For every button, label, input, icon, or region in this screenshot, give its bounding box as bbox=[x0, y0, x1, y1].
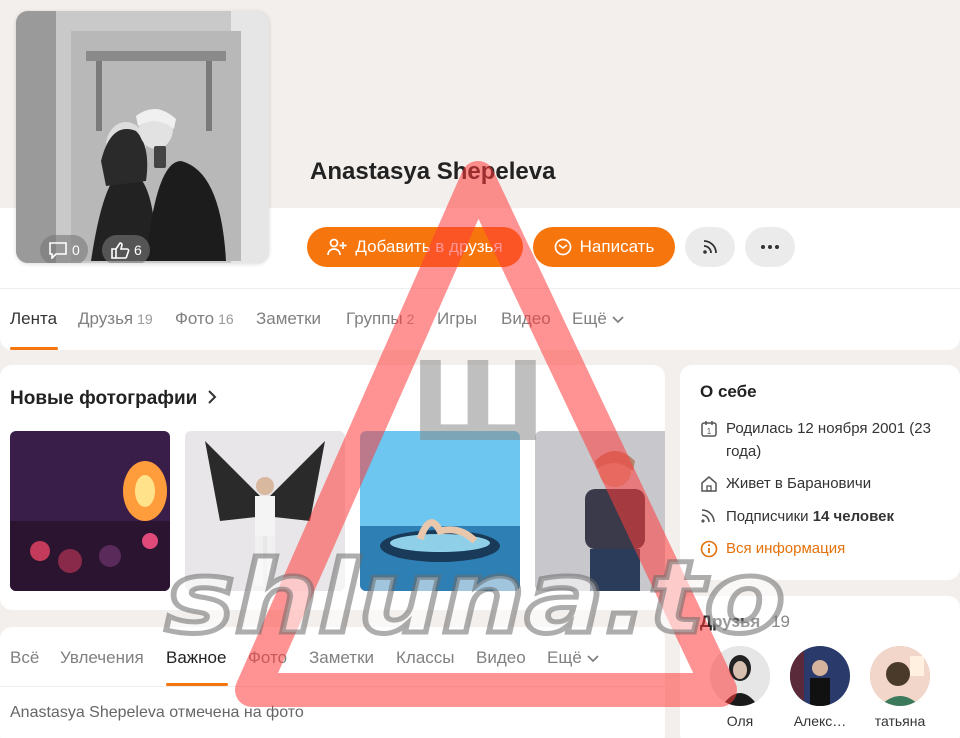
thumbs-up-icon bbox=[111, 242, 130, 259]
chevron-down-icon bbox=[611, 316, 624, 324]
photo-thumb[interactable] bbox=[360, 431, 520, 591]
profile-name: Anastasya Shepeleva bbox=[310, 158, 556, 185]
friends-card: Друзья 19 Оля Алекс… татьяна bbox=[680, 596, 960, 738]
profile-avatar[interactable]: 0 6 bbox=[16, 11, 269, 263]
calendar-icon: 1 bbox=[700, 417, 718, 463]
rss-icon bbox=[703, 240, 717, 254]
friends-count: 19 bbox=[771, 612, 790, 631]
about-followers[interactable]: Подписчики 14 человек bbox=[700, 505, 894, 531]
feed-item-text[interactable]: Anastasya Shepeleva отмечена на фото bbox=[10, 704, 304, 722]
photo-thumb[interactable] bbox=[10, 431, 170, 591]
friend-item[interactable]: татьяна bbox=[860, 646, 940, 729]
message-label: Написать bbox=[579, 237, 655, 256]
about-city: Живет в Барановичи bbox=[700, 472, 871, 500]
avatar bbox=[870, 646, 930, 706]
profile-nav: Лента Друзья 19 Фото 16 Заметки Группы 2 Иг… bbox=[0, 288, 960, 350]
ellipsis-icon bbox=[761, 245, 779, 249]
about-birth: 1 Родилась 12 ноября 2001 (23 года) bbox=[700, 417, 950, 463]
nav-notes[interactable]: Заметки bbox=[256, 309, 321, 329]
all-info-link[interactable]: Вся информация bbox=[700, 537, 845, 565]
new-photos-title[interactable]: Новые фотографии bbox=[10, 388, 217, 410]
friend-item[interactable]: Оля bbox=[700, 646, 780, 729]
nav-friends[interactable]: Друзья 19 bbox=[78, 309, 153, 329]
comment-icon bbox=[49, 242, 67, 259]
nav-video[interactable]: Видео bbox=[501, 309, 551, 329]
feed-tab-notes[interactable]: Заметки bbox=[309, 648, 374, 668]
nav-photos[interactable]: Фото 16 bbox=[175, 309, 234, 329]
nav-games[interactable]: Игры bbox=[437, 309, 477, 329]
chevron-right-icon bbox=[207, 390, 217, 404]
feed-tab-video[interactable]: Видео bbox=[476, 648, 526, 668]
friend-item[interactable]: Алекс… bbox=[780, 646, 860, 729]
feed-tab-important[interactable]: Важное bbox=[166, 648, 226, 668]
feed-tab-all[interactable]: Всё bbox=[10, 648, 39, 668]
message-icon bbox=[554, 238, 572, 256]
rss-icon bbox=[700, 505, 718, 531]
new-photos-card: Новые фотографии bbox=[0, 365, 665, 610]
home-icon bbox=[700, 472, 718, 500]
comments-count: 0 bbox=[72, 242, 80, 258]
photo-thumb[interactable] bbox=[185, 431, 345, 591]
comments-badge[interactable]: 0 bbox=[40, 235, 88, 263]
add-user-icon bbox=[327, 238, 347, 256]
add-friend-button[interactable]: Добавить в друзья bbox=[307, 227, 523, 267]
feed-divider bbox=[0, 686, 665, 687]
avatar bbox=[710, 646, 770, 706]
feed-tab-more[interactable]: Ещё bbox=[547, 648, 599, 668]
nav-groups[interactable]: Группы 2 bbox=[346, 309, 414, 329]
add-friend-label: Добавить в друзья bbox=[355, 237, 503, 256]
nav-more[interactable]: Ещё bbox=[572, 309, 624, 329]
nav-feed[interactable]: Лента bbox=[10, 309, 57, 329]
more-actions-button[interactable] bbox=[745, 227, 795, 267]
message-button[interactable]: Написать bbox=[533, 227, 675, 267]
feed-card: Всё Увлечения Важное Фото Заметки Классы… bbox=[0, 627, 665, 738]
friends-title[interactable]: Друзья 19 bbox=[700, 612, 790, 632]
likes-badge[interactable]: 6 bbox=[102, 235, 150, 263]
photo-thumb[interactable] bbox=[535, 431, 665, 591]
avatar bbox=[790, 646, 850, 706]
feed-tab-hobbies[interactable]: Увлечения bbox=[60, 648, 144, 668]
chevron-down-icon bbox=[586, 655, 599, 663]
svg-text:1: 1 bbox=[707, 427, 712, 436]
subscribe-button[interactable] bbox=[685, 227, 735, 267]
about-card: О себе 1 Родилась 12 ноября 2001 (23 года… bbox=[680, 365, 960, 580]
avatar-photo bbox=[16, 11, 269, 263]
about-title: О себе bbox=[700, 382, 757, 401]
info-icon bbox=[700, 537, 718, 565]
likes-count: 6 bbox=[134, 242, 142, 258]
feed-tab-photos[interactable]: Фото bbox=[248, 648, 287, 668]
nav-active-indicator bbox=[10, 347, 58, 350]
feed-tab-classes[interactable]: Классы bbox=[396, 648, 455, 668]
